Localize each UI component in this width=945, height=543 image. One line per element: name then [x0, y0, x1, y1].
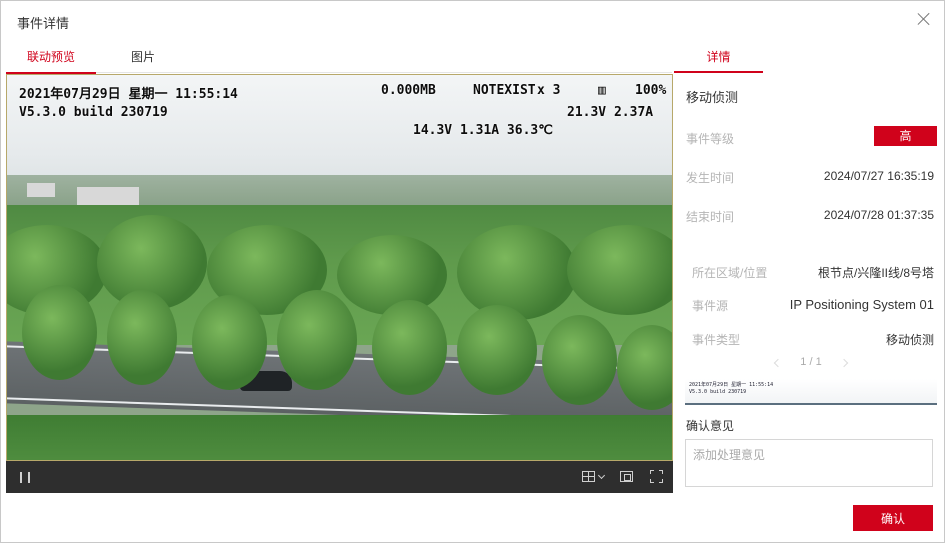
- osd-datetime: 2021年07月29日 星期一 11:55:14: [19, 87, 238, 102]
- video-tree: [192, 295, 267, 390]
- event-type-label: 事件类型: [692, 333, 741, 347]
- video-building: [77, 187, 139, 205]
- area-label: 所在区域/位置: [692, 266, 768, 280]
- confirm-opinion-label: 确认意见: [686, 419, 735, 433]
- fullscreen-icon[interactable]: [650, 470, 663, 483]
- thumbnail-osd-text: V5.3.0 build 230719: [689, 389, 747, 395]
- video-building: [27, 183, 55, 197]
- osd-readout: 14.3V 1.31A 36.3℃: [413, 123, 553, 138]
- end-time-value: 2024/07/28 01:37:35: [823, 208, 934, 222]
- aspect-ratio-icon[interactable]: [620, 471, 633, 482]
- video-toolbar: [6, 461, 673, 493]
- area-value: 根节点/兴隆II线/8号塔: [817, 266, 934, 280]
- close-icon[interactable]: [916, 11, 932, 27]
- video-tree: [107, 290, 177, 385]
- thumbnail-osd-text: 2021年07月29日 星期一 11:55:14: [689, 382, 774, 388]
- osd-power: 21.3V 2.37A: [567, 105, 654, 120]
- event-name: 移动侦测: [686, 90, 739, 105]
- confirm-button[interactable]: 确认: [853, 505, 933, 531]
- media-tabs: 联动预览 图片: [6, 41, 672, 74]
- start-time-value: 2024/07/27 16:35:19: [823, 169, 934, 183]
- osd-network-status: NOTEXIST: [473, 83, 536, 98]
- dialog-title: 事件详情: [17, 16, 70, 31]
- video-preview[interactable]: 2021年07月29日 星期一 11:55:14 0.000MB NOTEXIS…: [6, 74, 673, 461]
- video-grass: [7, 415, 672, 460]
- end-time-label: 结束时间: [686, 210, 735, 224]
- event-level-label: 事件等级: [686, 132, 735, 146]
- video-tree: [457, 225, 577, 320]
- video-tree: [337, 235, 447, 315]
- video-tree: [22, 285, 97, 380]
- event-source-value: IP Positioning System 01: [789, 297, 934, 312]
- battery-icon: ▥: [598, 83, 606, 98]
- chevron-down-icon[interactable]: [597, 471, 606, 480]
- osd-network-count: x 3: [537, 83, 561, 98]
- event-thumbnail[interactable]: 2021年07月29日 星期一 11:55:14 V5.3.0 build 23…: [685, 379, 937, 405]
- event-source-label: 事件源: [692, 299, 729, 313]
- osd-version: V5.3.0 build 230719: [19, 105, 168, 120]
- video-tree: [277, 290, 357, 390]
- video-tree: [457, 305, 537, 395]
- pause-icon[interactable]: [20, 472, 30, 483]
- window-layout-icon[interactable]: [582, 471, 595, 482]
- event-type-value: 移动侦测: [885, 333, 934, 347]
- osd-data-usage: 0.000MB: [381, 83, 436, 98]
- start-time-label: 发生时间: [686, 171, 735, 185]
- tab-details[interactable]: 详情: [674, 41, 763, 73]
- tab-linked-preview[interactable]: 联动预览: [6, 41, 96, 74]
- confirm-opinion-input[interactable]: [685, 439, 933, 487]
- osd-battery-percent: 100%: [635, 83, 667, 98]
- video-tree: [542, 315, 617, 405]
- tab-image[interactable]: 图片: [118, 41, 168, 73]
- event-level-badge: 高: [874, 126, 937, 146]
- event-details-dialog: 事件详情 联动预览 图片 详情 2021年07月29日 星期一 11:55:14…: [0, 0, 945, 543]
- video-tree: [372, 300, 447, 395]
